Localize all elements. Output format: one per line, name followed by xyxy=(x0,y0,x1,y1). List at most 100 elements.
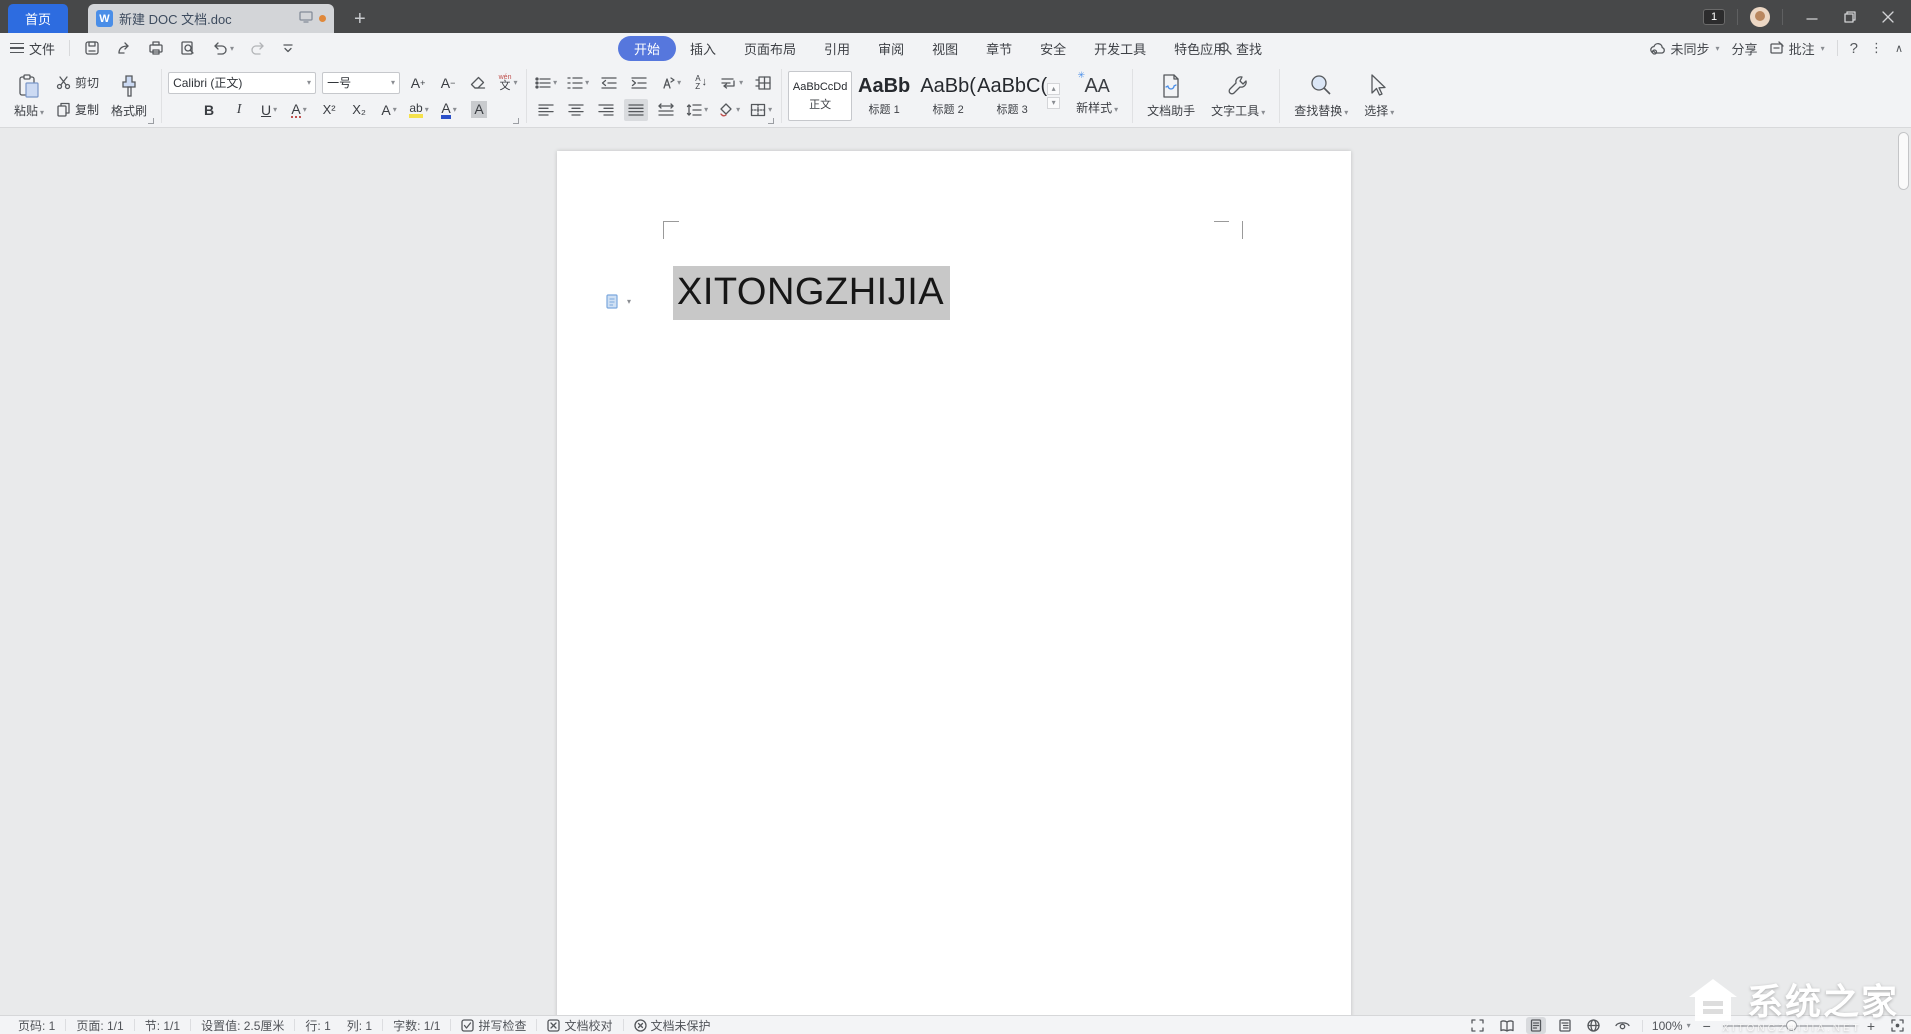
numbered-list-button[interactable]: ▾ xyxy=(565,72,591,94)
fit-page-button[interactable] xyxy=(1887,1017,1907,1034)
document-canvas[interactable]: ▾ XITONGZHIJIA xyxy=(0,128,1911,1015)
presentation-mode-icon[interactable] xyxy=(299,11,313,26)
tab-view[interactable]: 视图 xyxy=(918,36,972,61)
paste-button[interactable]: 粘贴▾ xyxy=(6,71,52,121)
justify-button[interactable] xyxy=(624,99,648,121)
sync-status-button[interactable]: 未同步 ▾ xyxy=(1650,39,1720,58)
share-button[interactable]: 分享 xyxy=(1732,39,1758,58)
redo-button[interactable] xyxy=(250,40,266,56)
text-effects-button[interactable]: A▾ xyxy=(377,99,401,121)
align-right-button[interactable] xyxy=(594,99,618,121)
shrink-font-button[interactable]: A− xyxy=(436,72,460,94)
tab-section[interactable]: 章节 xyxy=(972,36,1026,61)
underline-button[interactable]: U▾ xyxy=(257,99,281,121)
shading-button[interactable]: ▾ xyxy=(716,99,742,121)
doc-protection-status[interactable]: 文档未保护 xyxy=(624,1017,721,1034)
highlight-color-button[interactable]: ab▾ xyxy=(407,99,431,121)
tab-insert[interactable]: 插入 xyxy=(676,36,730,61)
zoom-slider-knob[interactable] xyxy=(1786,1020,1797,1031)
comment-button[interactable]: 批注 ▾ xyxy=(1770,39,1825,58)
paragraph-dialog-launcher[interactable] xyxy=(768,118,774,124)
export-pdf-button[interactable] xyxy=(116,40,132,56)
undo-dropdown-caret[interactable]: ▾ xyxy=(230,44,234,53)
vertical-scrollbar[interactable] xyxy=(1898,132,1909,190)
find-replace-button[interactable]: 查找替换▾ xyxy=(1286,67,1356,125)
align-left-button[interactable] xyxy=(534,99,558,121)
zoom-out-button[interactable]: − xyxy=(1700,1018,1714,1034)
copy-button[interactable]: 复制 xyxy=(52,99,103,120)
character-shading-button[interactable]: A xyxy=(467,99,491,121)
grow-font-button[interactable]: A+ xyxy=(406,72,430,94)
tab-home[interactable]: 开始 xyxy=(618,36,676,61)
web-layout-button[interactable] xyxy=(1584,1017,1604,1034)
print-button[interactable] xyxy=(148,40,164,56)
show-marks-button[interactable]: ▾ xyxy=(719,72,745,94)
font-size-select[interactable]: 一号 ▾ xyxy=(322,72,400,94)
select-button[interactable]: 选择▾ xyxy=(1356,67,1402,125)
more-options-button[interactable]: ⋮ xyxy=(1870,40,1883,56)
font-color-button[interactable]: A▾ xyxy=(437,99,461,121)
clear-format-button[interactable] xyxy=(466,72,490,94)
outline-view-button[interactable] xyxy=(1555,1017,1575,1034)
zoom-in-button[interactable]: + xyxy=(1864,1018,1878,1034)
clipboard-dialog-launcher[interactable] xyxy=(148,118,154,124)
tab-references[interactable]: 引用 xyxy=(810,36,864,61)
font-dialog-launcher[interactable] xyxy=(513,118,519,124)
collapse-ribbon-button[interactable]: ∧ xyxy=(1895,42,1903,55)
line-spacing-button[interactable]: ▾ xyxy=(684,99,710,121)
doc-assistant-button[interactable]: 文档助手 xyxy=(1139,67,1203,125)
text-direction-button[interactable]: ▾ xyxy=(657,72,683,94)
gallery-scroll-up[interactable]: ▴ xyxy=(1047,83,1060,95)
tab-setting-button[interactable] xyxy=(751,72,775,94)
read-layout-button[interactable] xyxy=(1497,1017,1517,1034)
tab-developer[interactable]: 开发工具 xyxy=(1080,36,1160,61)
find-command[interactable]: 查找 xyxy=(1218,33,1262,63)
save-button[interactable] xyxy=(84,40,100,56)
tab-security[interactable]: 安全 xyxy=(1026,36,1080,61)
font-name-select[interactable]: Calibri (正文) ▾ xyxy=(168,72,316,94)
doc-proofing-button[interactable]: 文档校对 xyxy=(537,1017,622,1034)
close-button[interactable] xyxy=(1871,4,1905,30)
tab-page-layout[interactable]: 页面布局 xyxy=(730,36,810,61)
subscript-button[interactable]: X₂ xyxy=(347,99,371,121)
customize-toolbar-button[interactable] xyxy=(282,42,294,54)
eye-protect-button[interactable] xyxy=(1613,1017,1633,1034)
help-button[interactable]: ? xyxy=(1850,40,1858,57)
style-heading3[interactable]: AaBbC( 标题 3 xyxy=(980,71,1044,121)
print-layout-button[interactable] xyxy=(1526,1017,1546,1034)
superscript-button[interactable]: X² xyxy=(317,99,341,121)
format-painter-button[interactable]: 格式刷 xyxy=(103,71,155,121)
style-heading1[interactable]: AaBb 标题 1 xyxy=(852,71,916,121)
distribute-button[interactable] xyxy=(654,99,678,121)
window-list-badge[interactable]: 1 xyxy=(1703,9,1725,25)
home-tab[interactable]: 首页 xyxy=(8,4,68,33)
style-normal[interactable]: AaBbCcDd 正文 xyxy=(788,71,852,121)
user-avatar[interactable] xyxy=(1750,7,1770,27)
file-menu-button[interactable]: 文件 xyxy=(10,39,55,58)
fullscreen-view-button[interactable] xyxy=(1468,1017,1488,1034)
increase-indent-button[interactable] xyxy=(627,72,651,94)
restore-button[interactable] xyxy=(1833,4,1867,30)
paste-options-button[interactable]: ▾ xyxy=(605,293,632,310)
new-tab-button[interactable]: + xyxy=(348,9,372,29)
zoom-slider[interactable] xyxy=(1723,1025,1855,1027)
sort-button[interactable]: AZ ↓ xyxy=(689,72,713,94)
bullet-list-button[interactable]: ▾ xyxy=(533,72,559,94)
decrease-indent-button[interactable] xyxy=(597,72,621,94)
gallery-scroll-down[interactable]: ▾ xyxy=(1047,97,1060,109)
document-page[interactable]: ▾ XITONGZHIJIA xyxy=(557,151,1351,1015)
zoom-level-button[interactable]: 100% ▾ xyxy=(1652,1019,1691,1033)
document-tab[interactable]: W 新建 DOC 文档.doc xyxy=(88,4,334,33)
spell-check-button[interactable]: 拼写检查 xyxy=(451,1017,536,1034)
align-center-button[interactable] xyxy=(564,99,588,121)
status-word-count[interactable]: 字数: 1/1 xyxy=(383,1017,450,1034)
text-tool-button[interactable]: 文字工具▾ xyxy=(1203,67,1273,125)
cut-button[interactable]: 剪切 xyxy=(52,72,103,93)
new-style-button[interactable]: ✳AA 新样式▾ xyxy=(1068,67,1126,125)
print-preview-button[interactable] xyxy=(180,40,196,56)
bold-button[interactable]: B xyxy=(197,99,221,121)
document-text-line[interactable]: ▾ XITONGZHIJIA xyxy=(673,271,950,314)
selected-text[interactable]: XITONGZHIJIA xyxy=(673,266,950,320)
emphasis-mark-button[interactable]: A▾ xyxy=(287,99,311,121)
tab-review[interactable]: 审阅 xyxy=(864,36,918,61)
